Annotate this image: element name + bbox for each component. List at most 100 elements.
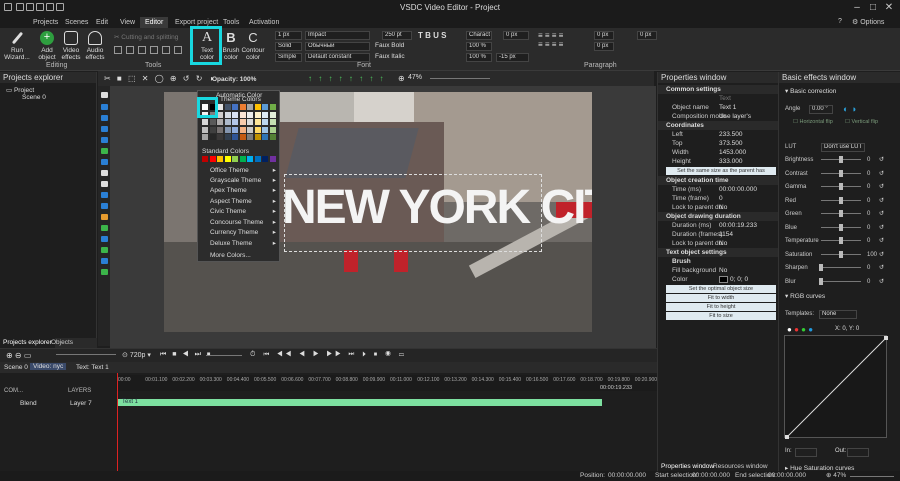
rotate-icon[interactable] (150, 46, 158, 54)
effect-row-blue[interactable]: Blue 0 ↺ (779, 222, 900, 234)
scale-y-field[interactable]: 100 % (466, 53, 492, 62)
reset-icon[interactable]: ↺ (879, 208, 884, 220)
font-variant-select[interactable]: Обычный (305, 42, 370, 51)
menu-currency-theme[interactable]: Currency Theme ▸ (210, 228, 278, 238)
prop-fill-bg[interactable]: Fill background No (658, 266, 778, 275)
slider-knob[interactable] (819, 277, 823, 285)
text-selection-box[interactable] (284, 174, 542, 252)
timeline-ruler[interactable]: 00:00 00:01.100 00:02.200 00:03.300 00:04.40… (116, 375, 657, 391)
templates-row[interactable]: Templates: None (779, 308, 900, 320)
font-size-field[interactable]: 250 pt (382, 31, 412, 40)
reset-icon[interactable]: ↺ (879, 168, 884, 180)
reset-icon[interactable]: ↺ (879, 195, 884, 207)
prop-dur-ms[interactable]: Duration (ms) 00:00:19.233 (658, 221, 778, 230)
prop-object-name[interactable]: Object name Text 1 (658, 103, 778, 112)
maximize-icon[interactable]: □ (866, 2, 880, 14)
menu-aspect-theme[interactable]: Aspect Theme ▸ (210, 197, 278, 207)
transform-tool-icon[interactable] (101, 269, 108, 275)
menu-civic-theme[interactable]: Civic Theme ▸ (210, 207, 278, 217)
menu-more-colors[interactable]: More Colors... (210, 251, 278, 261)
reset-icon[interactable]: ↺ (879, 181, 884, 193)
rgb-curve-graph[interactable] (784, 335, 888, 439)
zoom-level[interactable]: 47% (408, 74, 422, 81)
tab-text-1[interactable]: Text: Text 1 (76, 364, 109, 371)
slider-knob[interactable] (839, 223, 843, 231)
rgb-curves-section[interactable]: ▾ RGB curves (785, 292, 825, 300)
effect-row-red[interactable]: Red 0 ↺ (779, 195, 900, 207)
prop-width[interactable]: Width 1453.000 (658, 148, 778, 157)
menu-view[interactable]: View (115, 17, 140, 28)
grid-tool-icon[interactable] (101, 236, 108, 242)
rotate-buttons[interactable]: ◐ ◑ (843, 103, 856, 115)
slider-knob[interactable] (839, 237, 843, 244)
text-tool-icon[interactable] (101, 170, 108, 176)
pointer-icon[interactable] (101, 92, 108, 98)
move-tool-icon[interactable] (101, 225, 108, 231)
run-wizard-button[interactable]: Run Wizard... (4, 30, 30, 62)
toolbar-icons-left[interactable]: ✂ ■ ⬚ ✕ ◯ ⊕ ↺ ↻ ◑ (104, 74, 215, 83)
menu-grayscale-theme[interactable]: Grayscale Theme ▸ (210, 176, 278, 186)
crop-icon[interactable] (114, 46, 122, 54)
shape2-tool-icon[interactable] (101, 247, 108, 253)
menu-editor[interactable]: Editor (140, 17, 169, 28)
audio-effects-button[interactable]: Audio effects (82, 30, 108, 62)
effect-slider[interactable] (821, 280, 861, 282)
faux-italic-button[interactable]: Faux Italic (375, 53, 405, 60)
prop-left[interactable]: Left 233.500 (658, 130, 778, 139)
effect-row-gamma[interactable]: Gamma 0 ↺ (779, 181, 900, 193)
paragraph-align-icons[interactable]: ≡ ≡ ≡ ≡ ≡ ≡ ≡ ≡ (538, 31, 582, 59)
basic-correction-section[interactable]: ▾ Basic correction (785, 87, 836, 95)
tab-objects-explorer[interactable]: Objects explorer (48, 338, 97, 356)
reset-icon[interactable]: ↺ (879, 249, 884, 261)
timeline-zoom-slider[interactable] (56, 354, 116, 355)
common-settings-section[interactable]: Common settings (658, 85, 778, 94)
prop-time-ms[interactable]: Time (ms) 00:00:00.000 (658, 185, 778, 194)
h-flip-checkbox[interactable]: ☐ Horizontal flip (793, 119, 833, 125)
lut-row[interactable]: LUT Don't use LUT (779, 141, 900, 153)
prop-dur-frames[interactable]: Duration (frames) 1154 (658, 230, 778, 239)
tab-projects-explorer[interactable]: Projects explorer (0, 338, 55, 348)
duration-section[interactable]: Object drawing duration (658, 212, 778, 221)
fit-width-button[interactable]: Fit to width (666, 294, 776, 302)
trim-icon[interactable] (138, 46, 146, 54)
creation-section[interactable]: Object creation time (658, 176, 778, 185)
slider-knob[interactable] (819, 264, 823, 271)
rect-tool-icon[interactable] (101, 104, 108, 110)
angle-row[interactable]: Angle 0.00 ° ◐ ◑ (779, 103, 900, 115)
tab-properties-window[interactable]: Properties window (658, 462, 718, 471)
faux-bold-button[interactable]: Faux Bold (375, 42, 404, 49)
add-object-button[interactable]: + Add object (34, 30, 60, 62)
spacing-field[interactable]: 0 px (503, 31, 529, 40)
speed-icon[interactable] (174, 46, 182, 54)
effect-row-green[interactable]: Green 0 ↺ (779, 208, 900, 220)
close-icon[interactable]: ✕ (882, 2, 896, 14)
font-name-select[interactable]: Impact (305, 31, 370, 40)
align-arrows-icons[interactable]: ↑ ↑ ↑ ↑ ↑ ↑ ↑ ↑ (308, 74, 386, 83)
video-tool-icon[interactable] (101, 126, 108, 132)
reset-icon[interactable]: ↺ (879, 276, 884, 288)
effect-row-saturation[interactable]: Saturation 100 ↺ (779, 249, 900, 261)
shape-tool-icon[interactable] (101, 115, 108, 121)
status-zoom-slider[interactable] (850, 476, 894, 477)
tree-scene[interactable]: Scene 0 (22, 94, 46, 101)
channel-dots[interactable]: ● ● ● ● (787, 325, 813, 334)
ellipse-tool-icon[interactable] (101, 148, 108, 154)
reset-icon[interactable]: ↺ (879, 262, 884, 274)
cutting-button[interactable]: ✂ Cutting and splitting (114, 33, 178, 41)
indent-right-field[interactable]: 0 px (594, 42, 614, 51)
playhead[interactable] (117, 373, 118, 471)
help-icon[interactable]: ? (838, 18, 842, 25)
slider-knob[interactable] (839, 250, 843, 258)
effect-row-sharpen[interactable]: Sharpen 0 ↺ (779, 262, 900, 274)
contour-color-button[interactable]: C Contour color (240, 30, 266, 62)
chart-tool-icon[interactable] (101, 192, 108, 198)
timeline-tool-icons[interactable]: ⊕ ⊖ ▭ (6, 351, 31, 360)
menu-deluxe-theme[interactable]: Deluxe Theme ▸ (210, 239, 278, 249)
optimal-size-button[interactable]: Set the optimal object size (666, 285, 776, 293)
prop-height[interactable]: Height 333.000 (658, 157, 778, 166)
out-field[interactable] (847, 448, 869, 457)
tab-resources-window[interactable]: Resources window (710, 462, 771, 471)
effect-row-contrast[interactable]: Contrast 0 ↺ (779, 168, 900, 180)
resolution-select[interactable]: ⊙ 720p ▾ (122, 351, 151, 359)
slider-knob[interactable] (839, 210, 843, 217)
